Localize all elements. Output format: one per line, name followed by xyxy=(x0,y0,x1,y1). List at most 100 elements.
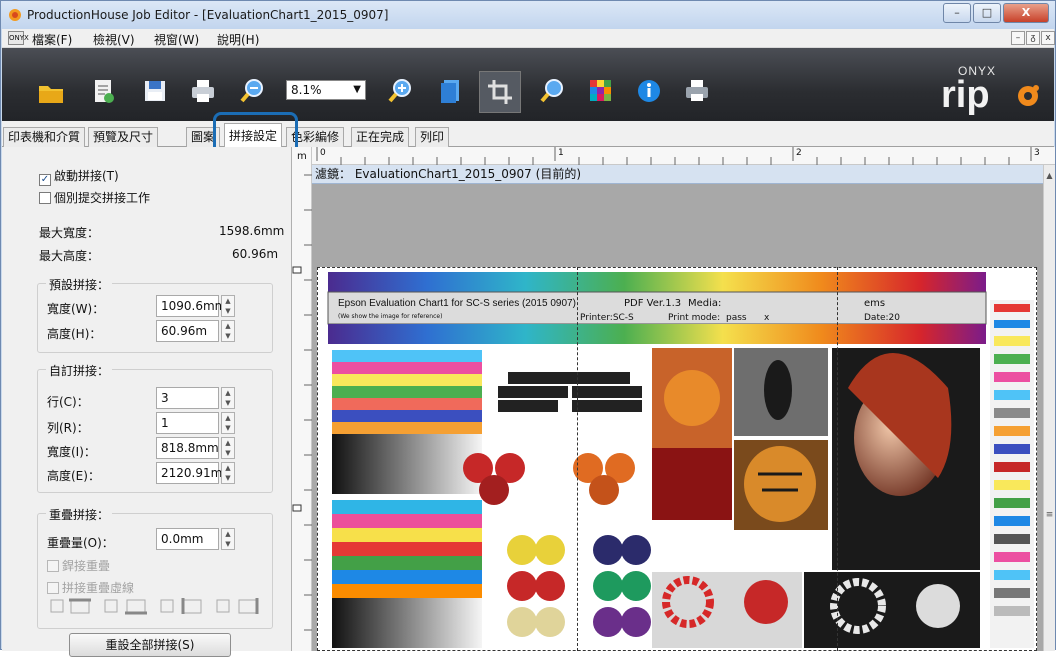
preset-height-field[interactable]: 60.96m xyxy=(156,320,219,342)
red-hexagons xyxy=(463,453,635,505)
menu-file[interactable]: 檔案(F) xyxy=(32,31,72,48)
edge-selection-icons[interactable] xyxy=(49,597,269,615)
checkbox-box xyxy=(39,192,51,204)
check-icon: ✓ xyxy=(39,174,51,186)
tile-boundary-2 xyxy=(837,267,838,651)
chart-page-subheading: (We show the image for reference) xyxy=(338,313,443,320)
menu-bar: ONYX 檔案(F) 檢視(V) 視窗(W) 說明(H) – ᵹ x xyxy=(2,29,1055,48)
ems-label: ems xyxy=(864,298,886,309)
preset-tiling-group: 預設拼接： xyxy=(37,276,273,353)
vertical-scrollbar[interactable]: ▲ ≡ xyxy=(1043,165,1055,651)
custom-width-spinner[interactable]: ▲ ▼ xyxy=(221,437,235,459)
ruler-tick-1: 1 xyxy=(558,148,564,158)
info-icon[interactable] xyxy=(635,77,663,105)
preset-height-label: 高度(H)： xyxy=(47,327,102,341)
max-width-value: 1598.6mm xyxy=(219,224,285,238)
print-mode-label: Print mode: xyxy=(668,313,721,323)
preset-width-field[interactable]: 1090.6mm xyxy=(156,295,226,317)
rows-label: 行(C)： xyxy=(47,395,89,409)
cols-label: 列(R)： xyxy=(47,421,89,435)
title-bar: ProductionHouse Job Editor - [Evaluation… xyxy=(1,1,1055,29)
tab-print[interactable]: 列印 xyxy=(415,127,450,147)
max-width-label: 最大寬度： xyxy=(39,226,100,240)
rows-spinner[interactable]: ▲ ▼ xyxy=(221,387,235,409)
reset-all-tiling-button[interactable]: 重設全部拼接(S) xyxy=(69,633,231,657)
window-title: ProductionHouse Job Editor - [Evaluation… xyxy=(27,8,389,22)
crop-icon xyxy=(488,80,512,104)
pdf-version: PDF Ver.1.3 xyxy=(624,298,682,309)
vertical-ruler-ticks xyxy=(292,174,312,631)
document-window-icon[interactable]: ONYX xyxy=(8,31,29,45)
color-strips xyxy=(332,350,482,648)
rows-field[interactable]: 3 xyxy=(156,387,219,409)
tab-finishing[interactable]: 正在完成 xyxy=(351,127,410,147)
maximize-button[interactable]: □ xyxy=(973,3,1001,23)
tile-boundary-1 xyxy=(577,267,578,651)
overlap-amount-label: 重疊量(O)： xyxy=(47,536,114,550)
application-window: ProductionHouse Job Editor - [Evaluation… xyxy=(0,0,1056,657)
horizontal-ruler-ticks xyxy=(316,147,1032,165)
chevron-down-icon: ▼ xyxy=(353,84,361,95)
minimize-button[interactable]: – xyxy=(943,3,971,23)
black-labels xyxy=(498,372,642,412)
chart-page: Epson Evaluation Chart1 for SC-S series … xyxy=(317,267,1037,651)
preset-width-label: 寬度(W)： xyxy=(47,302,105,316)
document-icon[interactable] xyxy=(89,77,117,105)
zoom-out-icon[interactable] xyxy=(239,77,267,105)
cols-spinner[interactable]: ▲ ▼ xyxy=(221,412,235,434)
folder-icon[interactable] xyxy=(37,79,65,107)
scroll-up-icon[interactable]: ▲ xyxy=(1044,171,1055,180)
overlap-amount-spinner[interactable]: ▲ ▼ xyxy=(221,528,235,550)
overlap-amount-field[interactable]: 0.0mm xyxy=(156,528,219,550)
logo-brand-main: rip xyxy=(941,74,990,116)
ruler-tick-0: 0 xyxy=(320,148,326,158)
zoom-in-icon[interactable] xyxy=(387,77,415,105)
print-icon[interactable] xyxy=(189,77,217,105)
mdi-close-button[interactable]: x xyxy=(1041,31,1055,45)
x-label: x xyxy=(764,313,770,323)
custom-width-field[interactable]: 818.8mm xyxy=(156,437,219,459)
submit-separately-checkbox[interactable]: 個別提交拼接工作 xyxy=(39,189,150,206)
app-icon xyxy=(9,9,21,21)
custom-height-label: 高度(E)： xyxy=(47,469,100,483)
printer-label: Printer:SC-S xyxy=(580,313,634,323)
page-icon[interactable] xyxy=(437,77,465,105)
preset-height-spinner[interactable]: ▲ ▼ xyxy=(221,320,235,342)
zoom-select[interactable]: 8.1% ▼ xyxy=(286,80,366,100)
checkbox-box xyxy=(47,582,59,594)
custom-tiling-title: 自訂拼接： xyxy=(46,362,113,379)
custom-height-spinner[interactable]: ▲ ▼ xyxy=(221,462,235,484)
printer-icon[interactable] xyxy=(683,77,711,105)
tab-preview-size[interactable]: 預覽及尺寸 xyxy=(88,127,159,147)
scroll-grip-icon[interactable]: ≡ xyxy=(1044,510,1055,520)
right-color-patches xyxy=(990,300,1034,648)
max-height-value: 60.96m xyxy=(232,247,279,261)
save-icon[interactable] xyxy=(141,77,169,105)
menu-view[interactable]: 檢視(V) xyxy=(93,31,135,48)
mdi-restore-button[interactable]: ᵹ xyxy=(1026,31,1040,45)
tab-bar: 印表機和介質 預覽及尺寸 圖案 拼接設定 色彩編修 正在完成 列印 xyxy=(2,121,1054,148)
custom-width-label: 寬度(I)： xyxy=(47,445,96,459)
ruler-unit: m xyxy=(297,151,307,162)
chart-page-heading: Epson Evaluation Chart1 for SC-S series … xyxy=(338,298,576,309)
overlap-lines-checkbox[interactable]: 拼接重疊虛線 xyxy=(47,579,134,596)
tab-printer-media[interactable]: 印表機和介質 xyxy=(3,127,86,147)
date-label: Date:20 xyxy=(864,313,900,323)
document-title-bar: 濾鏡： EvaluationChart1_2015_0907 (目前的) xyxy=(312,165,1043,184)
color-hexagons xyxy=(507,535,651,637)
menu-help[interactable]: 說明(H) xyxy=(217,31,259,48)
magnify-icon[interactable] xyxy=(539,77,567,105)
enable-tiling-checkbox[interactable]: ✓ 啟動拼接(T) xyxy=(39,167,119,186)
cols-field[interactable]: 1 xyxy=(156,412,219,434)
overlap-title: 重疊拼接： xyxy=(46,506,113,523)
checkbox-box xyxy=(47,560,59,572)
preset-tiling-title: 預設拼接： xyxy=(46,276,113,293)
color-grid-icon[interactable] xyxy=(587,77,615,105)
mdi-minimize-button[interactable]: – xyxy=(1011,31,1025,45)
preset-width-spinner[interactable]: ▲ ▼ xyxy=(221,295,235,317)
close-button[interactable]: X xyxy=(1003,3,1049,23)
weld-overlap-checkbox[interactable]: 銲接重疊 xyxy=(47,557,110,574)
menu-window[interactable]: 視窗(W) xyxy=(154,31,199,48)
ruler-tick-2: 2 xyxy=(796,148,802,158)
custom-height-field[interactable]: 2120.91mm xyxy=(156,462,234,484)
